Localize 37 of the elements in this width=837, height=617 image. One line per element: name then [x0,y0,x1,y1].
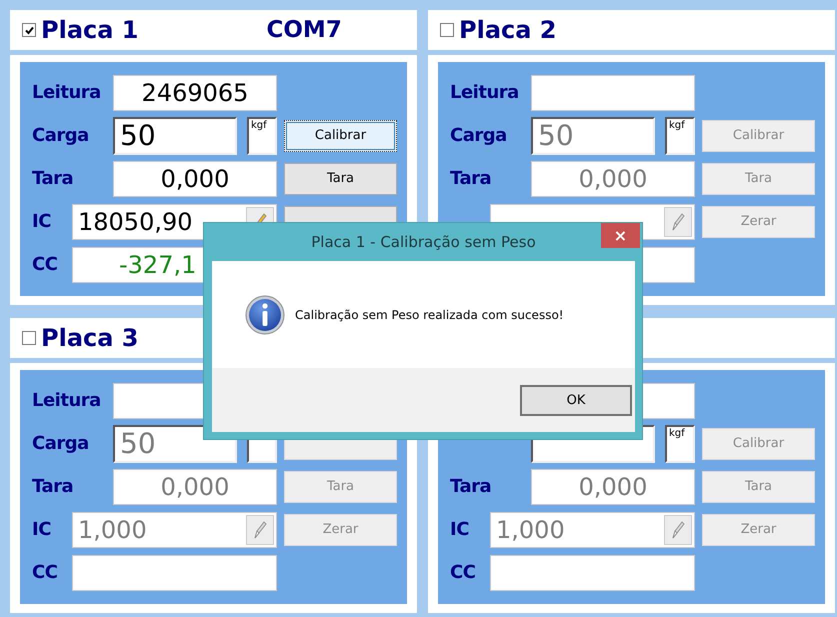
field-label: IC [32,211,51,232]
ok-button[interactable]: OK [520,384,632,416]
load-field[interactable]: 50 [113,116,237,154]
field-label: Leitura [32,390,101,411]
calibrate-button[interactable]: Calibrar [284,120,397,152]
dialog-title: Placa 1 - Calibração sem Peso [311,233,536,251]
field-label: Carga [32,125,89,146]
field-label: Tara [32,476,74,497]
field-label: CC [32,254,58,275]
field-label: CC [450,562,476,583]
pencil-icon[interactable] [246,514,274,544]
port-label: COM7 [266,17,342,43]
unit-field: kgf [665,424,695,462]
field-label: Leitura [32,82,101,103]
field-label: Carga [450,125,507,146]
panel-title: Placa 3 [41,324,138,352]
dialog-message: Calibração sem Peso realizada com sucesso! [295,308,564,322]
panel-title: Placa 1 [41,16,138,44]
panel-title: Placa 2 [459,16,556,44]
field-label: Leitura [450,82,519,103]
field-label: Carga [32,433,89,454]
reading-field[interactable]: 2469065 [113,74,277,110]
field-label: IC [450,519,469,540]
field-label: Tara [450,476,492,497]
checkbox[interactable] [22,23,36,37]
unit-field: kgf [665,116,695,154]
pencil-icon[interactable] [664,514,692,544]
field-label: IC [32,519,51,540]
tare-field[interactable]: 0,000 [113,160,277,196]
info-icon [245,294,285,334]
pencil-icon[interactable] [664,206,692,236]
field-label: CC [32,562,58,583]
unit-field: kgf [247,116,277,154]
field-label: Tara [32,168,74,189]
tare-button[interactable]: Tara [284,162,397,194]
field-label: Tara [450,168,492,189]
close-button[interactable]: × [601,223,640,248]
